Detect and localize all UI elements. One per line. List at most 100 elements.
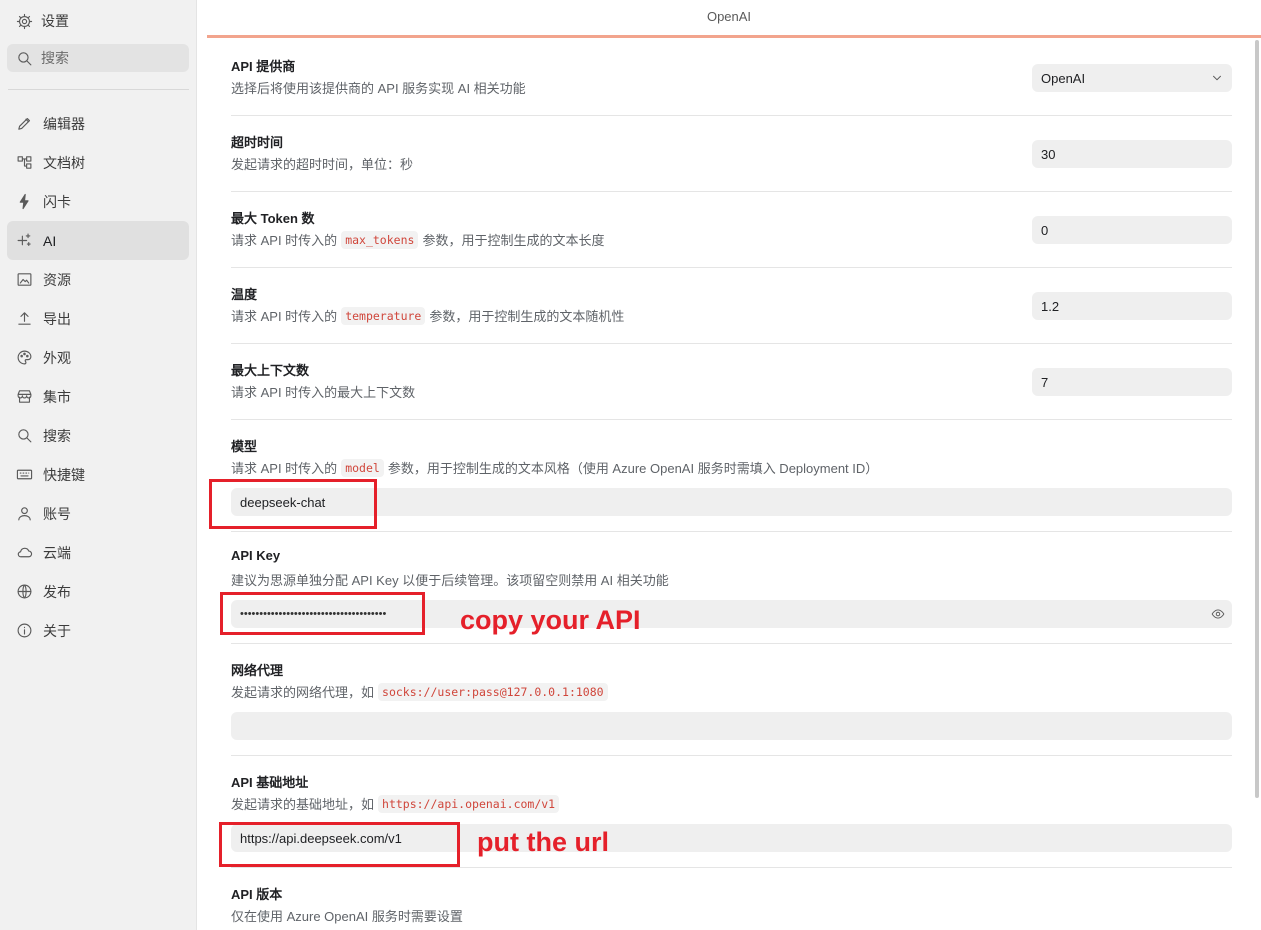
timeout-desc: 发起请求的超时时间，单位：秒 bbox=[231, 157, 414, 172]
sidebar-item-appearance[interactable]: 外观 bbox=[7, 338, 189, 377]
temperature-title: 温度 bbox=[231, 287, 258, 302]
api-key-annotation: copy your API bbox=[460, 605, 641, 635]
search-icon bbox=[16, 50, 33, 67]
scrollbar[interactable] bbox=[1255, 40, 1259, 798]
api-version-desc: 仅在使用 Azure OpenAI 服务时需要设置 bbox=[231, 909, 463, 924]
api-key-title: API Key bbox=[231, 548, 281, 563]
user-icon bbox=[16, 505, 33, 522]
sidebar-item-flashcard[interactable]: 闪卡 bbox=[7, 182, 189, 221]
timeout-section: 超时时间 发起请求的超时时间，单位：秒 30 bbox=[231, 132, 1232, 192]
temperature-input[interactable]: 1.2 bbox=[1032, 292, 1232, 320]
tab-openai[interactable]: OpenAI bbox=[197, 0, 1261, 36]
sidebar-item-label: 集市 bbox=[43, 388, 71, 405]
code-snippet: temperature bbox=[341, 306, 426, 325]
tab-active-indicator bbox=[207, 35, 1261, 38]
max-context-desc: 请求 API 时传入的最大上下文数 bbox=[231, 385, 416, 400]
url-annotation: put the url bbox=[477, 827, 609, 857]
sidebar-item-cloud[interactable]: 云端 bbox=[7, 533, 189, 572]
search-icon bbox=[16, 427, 33, 444]
sidebar-item-file-tree[interactable]: 文档树 bbox=[7, 143, 189, 182]
proxy-section: 网络代理 发起请求的网络代理，如 socks://user:pass@127.0… bbox=[231, 660, 1232, 756]
base-url-title: API 基础地址 bbox=[231, 775, 309, 790]
sidebar-item-label: 编辑器 bbox=[43, 115, 85, 132]
sidebar-item-label: 账号 bbox=[43, 505, 71, 522]
api-version-section: API 版本 仅在使用 Azure OpenAI 服务时需要设置 bbox=[231, 884, 1232, 930]
provider-title: API 提供商 bbox=[231, 59, 296, 74]
sidebar-item-publish[interactable]: 发布 bbox=[7, 572, 189, 611]
desc-text: 发起请求的网络代理，如 bbox=[231, 685, 375, 700]
eye-icon[interactable] bbox=[1211, 607, 1225, 621]
proxy-input[interactable] bbox=[231, 712, 1232, 740]
max-tokens-value: 0 bbox=[1041, 222, 1049, 238]
sidebar-item-label: 导出 bbox=[43, 310, 71, 327]
chevron-down-icon bbox=[1210, 71, 1224, 85]
temperature-section: 温度 请求 API 时传入的 temperature 参数，用于控制生成的文本随… bbox=[231, 284, 1232, 344]
proxy-title: 网络代理 bbox=[231, 663, 284, 678]
settings-panel: OpenAI API 提供商 选择后将使用该提供商的 API 服务实现 AI 相… bbox=[197, 0, 1261, 930]
api-key-desc: 建议为思源单独分配 API Key 以便于后续管理。该项留空则禁用 AI 相关功… bbox=[231, 573, 669, 588]
max-context-value: 7 bbox=[1041, 374, 1049, 390]
sidebar-nav: 编辑器 文档树 闪卡 AI 资源 导出 外观 集市 搜索 快捷键 账号 云端 发… bbox=[7, 104, 189, 650]
sidebar-item-label: 快捷键 bbox=[43, 466, 85, 483]
proxy-desc: 发起请求的网络代理，如 socks://user:pass@127.0.0.1:… bbox=[231, 682, 612, 701]
sidebar-item-label: 文档树 bbox=[43, 154, 85, 171]
sidebar-item-keymap[interactable]: 快捷键 bbox=[7, 455, 189, 494]
info-icon bbox=[16, 622, 33, 639]
search-placeholder: 搜索 bbox=[41, 50, 69, 66]
settings-title: 设置 bbox=[41, 13, 69, 29]
provider-value: OpenAI bbox=[1041, 70, 1086, 86]
sidebar-item-bazaar[interactable]: 集市 bbox=[7, 377, 189, 416]
model-highlight-box bbox=[209, 479, 377, 529]
desc-text: 参数，用于控制生成的文本随机性 bbox=[429, 309, 625, 324]
desc-text: 请求 API 时传入的 bbox=[231, 233, 338, 248]
code-snippet: https://api.openai.com/v1 bbox=[378, 794, 560, 813]
desc-text: 发起请求的基础地址，如 bbox=[231, 797, 375, 812]
code-snippet: model bbox=[341, 458, 384, 477]
base-url-highlight-box bbox=[219, 822, 460, 867]
model-section: 模型 请求 API 时传入的 model 参数，用于控制生成的文本风格（使用 A… bbox=[231, 436, 1232, 532]
base-url-desc: 发起请求的基础地址，如 https://api.openai.com/v1 bbox=[231, 794, 563, 813]
file-tree-icon bbox=[16, 154, 33, 171]
settings-header: 设置 bbox=[8, 6, 189, 36]
provider-desc: 选择后将使用该提供商的 API 服务实现 AI 相关功能 bbox=[231, 81, 526, 96]
model-title: 模型 bbox=[231, 439, 258, 454]
max-context-input[interactable]: 7 bbox=[1032, 368, 1232, 396]
model-input[interactable]: deepseek-chat bbox=[231, 488, 1232, 516]
desc-text: 请求 API 时传入的 bbox=[231, 309, 338, 324]
sidebar-item-label: 资源 bbox=[43, 271, 71, 288]
sidebar-item-ai[interactable]: AI bbox=[7, 221, 189, 260]
max-tokens-input[interactable]: 0 bbox=[1032, 216, 1232, 244]
timeout-input[interactable]: 30 bbox=[1032, 140, 1232, 168]
sidebar-item-label: 云端 bbox=[43, 544, 71, 561]
sidebar-item-search[interactable]: 搜索 bbox=[7, 416, 189, 455]
sidebar-item-about[interactable]: 关于 bbox=[7, 611, 189, 650]
palette-icon bbox=[16, 349, 33, 366]
desc-text: 参数，用于控制生成的文本风格（使用 Azure OpenAI 服务时需填入 De… bbox=[387, 461, 879, 476]
store-icon bbox=[16, 388, 33, 405]
sparkle-icon bbox=[16, 232, 33, 249]
sidebar-item-editor[interactable]: 编辑器 bbox=[7, 104, 189, 143]
sidebar-item-label: 发布 bbox=[43, 583, 71, 600]
api-version-title: API 版本 bbox=[231, 887, 283, 902]
settings-sidebar: 设置 搜索 编辑器 文档树 闪卡 AI 资源 导出 外观 集市 搜索 快捷键 账… bbox=[0, 0, 197, 930]
sidebar-item-label: AI bbox=[43, 232, 57, 249]
sidebar-item-export[interactable]: 导出 bbox=[7, 299, 189, 338]
desc-text: 请求 API 时传入的 bbox=[231, 461, 338, 476]
sidebar-item-label: 关于 bbox=[43, 622, 71, 639]
cloud-icon bbox=[16, 544, 33, 561]
sidebar-item-assets[interactable]: 资源 bbox=[7, 260, 189, 299]
timeout-value: 30 bbox=[1041, 146, 1056, 162]
code-snippet: socks://user:pass@127.0.0.1:1080 bbox=[378, 682, 608, 701]
provider-select[interactable]: OpenAI bbox=[1032, 64, 1232, 92]
sidebar-search-input[interactable]: 搜索 bbox=[7, 44, 189, 72]
lightning-icon bbox=[16, 193, 33, 210]
image-icon bbox=[16, 271, 33, 288]
sidebar-item-label: 闪卡 bbox=[43, 193, 71, 210]
temperature-desc: 请求 API 时传入的 temperature 参数，用于控制生成的文本随机性 bbox=[231, 306, 624, 325]
api-key-highlight-box bbox=[220, 592, 425, 635]
code-snippet: max_tokens bbox=[341, 230, 419, 249]
sidebar-item-account[interactable]: 账号 bbox=[7, 494, 189, 533]
max-context-section: 最大上下文数 请求 API 时传入的最大上下文数 7 bbox=[231, 360, 1232, 420]
sidebar-divider bbox=[8, 89, 189, 90]
max-context-title: 最大上下文数 bbox=[231, 363, 310, 378]
